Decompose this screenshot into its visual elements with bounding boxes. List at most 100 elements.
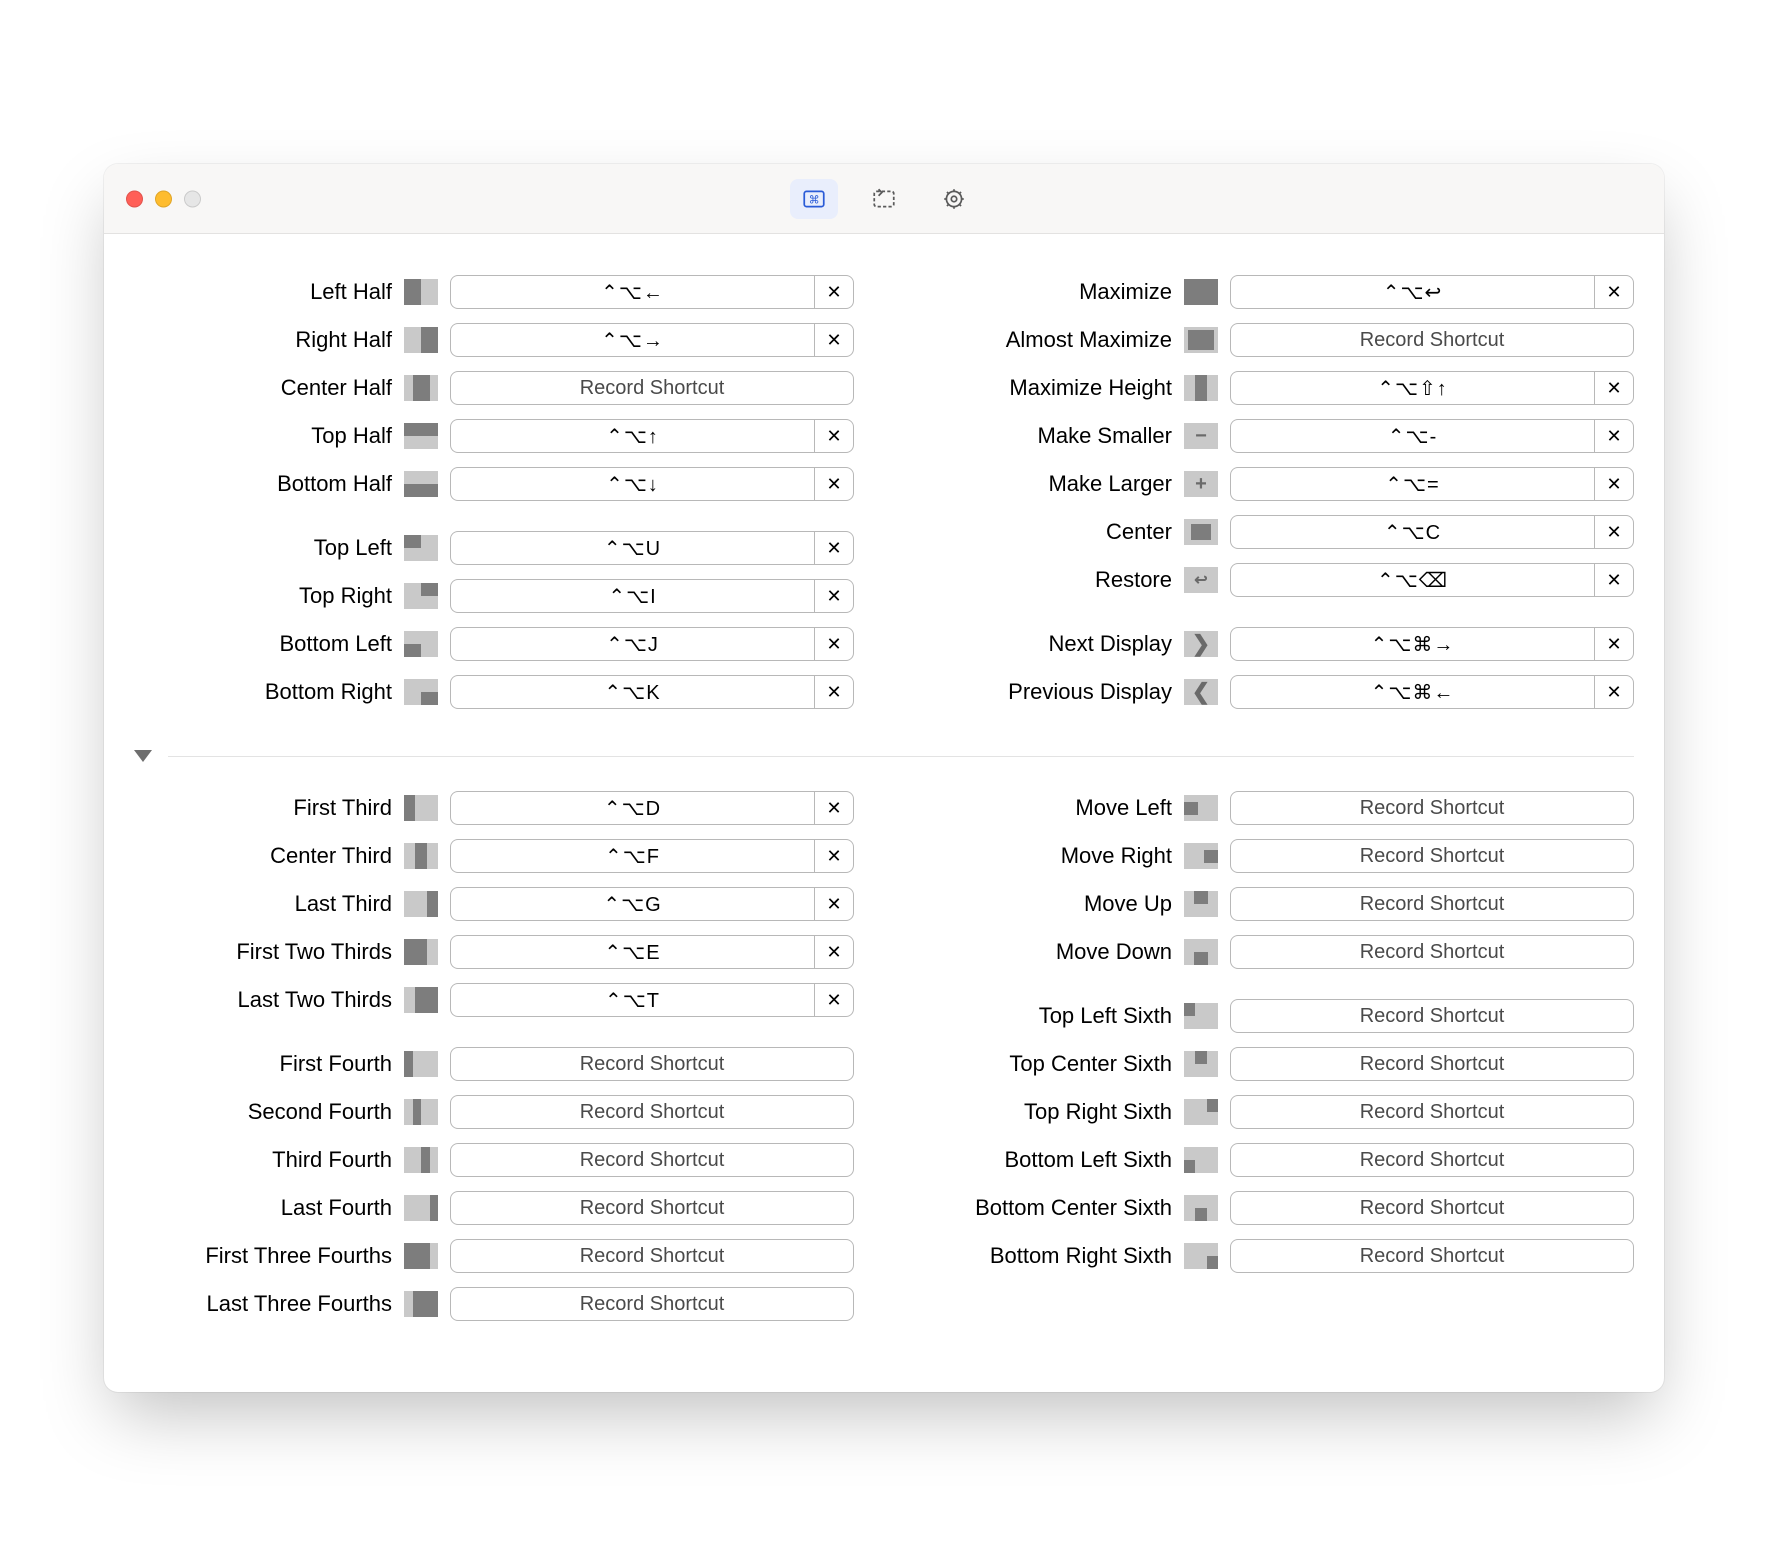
section-toggle[interactable] (134, 750, 1634, 762)
shortcut-field-third-fourth[interactable]: Record Shortcut (450, 1143, 854, 1177)
shortcut-field-move-right[interactable]: Record Shortcut (1230, 839, 1634, 873)
shortcut-field-last-fourth[interactable]: Record Shortcut (450, 1191, 854, 1225)
clear-shortcut-first-two-thirds[interactable]: ✕ (814, 935, 854, 969)
shortcut-display-top-half[interactable]: ⌃⌥↑ (450, 419, 814, 453)
shortcut-field-make-larger[interactable]: ⌃⌥=✕ (1230, 467, 1634, 501)
shortcut-field-right-half[interactable]: ⌃⌥→✕ (450, 323, 854, 357)
shortcut-display-make-larger[interactable]: ⌃⌥= (1230, 467, 1594, 501)
shortcut-display-bottom-left[interactable]: ⌃⌥J (450, 627, 814, 661)
shortcut-display-last-two-thirds[interactable]: ⌃⌥T (450, 983, 814, 1017)
shortcut-field-first-three-fourths[interactable]: Record Shortcut (450, 1239, 854, 1273)
shortcut-field-top-half[interactable]: ⌃⌥↑✕ (450, 419, 854, 453)
clear-shortcut-top-half[interactable]: ✕ (814, 419, 854, 453)
shortcut-field-first-fourth[interactable]: Record Shortcut (450, 1047, 854, 1081)
clear-shortcut-first-third[interactable]: ✕ (814, 791, 854, 825)
shortcut-field-first-two-thirds[interactable]: ⌃⌥E✕ (450, 935, 854, 969)
clear-shortcut-center[interactable]: ✕ (1594, 515, 1634, 549)
shortcut-display-center[interactable]: ⌃⌥C (1230, 515, 1594, 549)
shortcut-field-top-right[interactable]: ⌃⌥I✕ (450, 579, 854, 613)
clear-shortcut-restore[interactable]: ✕ (1594, 563, 1634, 597)
shortcut-display-center-half[interactable]: Record Shortcut (450, 371, 854, 405)
shortcut-display-last-fourth[interactable]: Record Shortcut (450, 1191, 854, 1225)
shortcut-display-make-smaller[interactable]: ⌃⌥- (1230, 419, 1594, 453)
shortcut-field-next-display[interactable]: ⌃⌥⌘→✕ (1230, 627, 1634, 661)
shortcut-field-previous-display[interactable]: ⌃⌥⌘←✕ (1230, 675, 1634, 709)
shortcut-display-top-right[interactable]: ⌃⌥I (450, 579, 814, 613)
clear-shortcut-bottom-left[interactable]: ✕ (814, 627, 854, 661)
shortcut-field-center-third[interactable]: ⌃⌥F✕ (450, 839, 854, 873)
clear-shortcut-maximize[interactable]: ✕ (1594, 275, 1634, 309)
shortcut-display-third-fourth[interactable]: Record Shortcut (450, 1143, 854, 1177)
shortcut-field-last-third[interactable]: ⌃⌥G✕ (450, 887, 854, 921)
shortcut-display-first-fourth[interactable]: Record Shortcut (450, 1047, 854, 1081)
shortcut-display-last-third[interactable]: ⌃⌥G (450, 887, 814, 921)
shortcut-display-almost-maximize[interactable]: Record Shortcut (1230, 323, 1634, 357)
shortcut-display-next-display[interactable]: ⌃⌥⌘→ (1230, 627, 1594, 661)
clear-shortcut-top-right[interactable]: ✕ (814, 579, 854, 613)
tab-shortcuts[interactable]: ⌘ (790, 179, 838, 219)
shortcut-field-almost-maximize[interactable]: Record Shortcut (1230, 323, 1634, 357)
shortcut-display-last-three-fourths[interactable]: Record Shortcut (450, 1287, 854, 1321)
shortcut-display-previous-display[interactable]: ⌃⌥⌘← (1230, 675, 1594, 709)
shortcut-field-top-left[interactable]: ⌃⌥U✕ (450, 531, 854, 565)
shortcut-field-make-smaller[interactable]: ⌃⌥-✕ (1230, 419, 1634, 453)
clear-shortcut-maximize-height[interactable]: ✕ (1594, 371, 1634, 405)
minimize-button[interactable] (155, 190, 172, 207)
shortcut-field-move-down[interactable]: Record Shortcut (1230, 935, 1634, 969)
shortcut-field-bottom-half[interactable]: ⌃⌥↓✕ (450, 467, 854, 501)
shortcut-display-maximize[interactable]: ⌃⌥↩ (1230, 275, 1594, 309)
shortcut-field-maximize[interactable]: ⌃⌥↩✕ (1230, 275, 1634, 309)
shortcut-display-move-up[interactable]: Record Shortcut (1230, 887, 1634, 921)
shortcut-display-first-three-fourths[interactable]: Record Shortcut (450, 1239, 854, 1273)
shortcut-field-restore[interactable]: ⌃⌥⌫✕ (1230, 563, 1634, 597)
clear-shortcut-top-left[interactable]: ✕ (814, 531, 854, 565)
shortcut-field-center[interactable]: ⌃⌥C✕ (1230, 515, 1634, 549)
shortcut-field-bottom-right-sixth[interactable]: Record Shortcut (1230, 1239, 1634, 1273)
shortcut-display-top-right-sixth[interactable]: Record Shortcut (1230, 1095, 1634, 1129)
shortcut-field-top-left-sixth[interactable]: Record Shortcut (1230, 999, 1634, 1033)
shortcut-field-top-right-sixth[interactable]: Record Shortcut (1230, 1095, 1634, 1129)
tab-settings[interactable] (930, 179, 978, 219)
shortcut-display-top-center-sixth[interactable]: Record Shortcut (1230, 1047, 1634, 1081)
shortcut-display-right-half[interactable]: ⌃⌥→ (450, 323, 814, 357)
shortcut-field-move-left[interactable]: Record Shortcut (1230, 791, 1634, 825)
shortcut-display-left-half[interactable]: ⌃⌥← (450, 275, 814, 309)
shortcut-field-move-up[interactable]: Record Shortcut (1230, 887, 1634, 921)
shortcut-display-move-down[interactable]: Record Shortcut (1230, 935, 1634, 969)
shortcut-field-first-third[interactable]: ⌃⌥D✕ (450, 791, 854, 825)
clear-shortcut-right-half[interactable]: ✕ (814, 323, 854, 357)
tab-snapping[interactable] (860, 179, 908, 219)
clear-shortcut-last-two-thirds[interactable]: ✕ (814, 983, 854, 1017)
shortcut-display-bottom-half[interactable]: ⌃⌥↓ (450, 467, 814, 501)
shortcut-field-last-three-fourths[interactable]: Record Shortcut (450, 1287, 854, 1321)
shortcut-field-maximize-height[interactable]: ⌃⌥⇧↑✕ (1230, 371, 1634, 405)
shortcut-display-maximize-height[interactable]: ⌃⌥⇧↑ (1230, 371, 1594, 405)
shortcut-display-first-two-thirds[interactable]: ⌃⌥E (450, 935, 814, 969)
shortcut-field-bottom-left[interactable]: ⌃⌥J✕ (450, 627, 854, 661)
clear-shortcut-center-third[interactable]: ✕ (814, 839, 854, 873)
shortcut-field-second-fourth[interactable]: Record Shortcut (450, 1095, 854, 1129)
shortcut-display-first-third[interactable]: ⌃⌥D (450, 791, 814, 825)
clear-shortcut-make-smaller[interactable]: ✕ (1594, 419, 1634, 453)
clear-shortcut-previous-display[interactable]: ✕ (1594, 675, 1634, 709)
clear-shortcut-bottom-right[interactable]: ✕ (814, 675, 854, 709)
shortcut-display-bottom-center-sixth[interactable]: Record Shortcut (1230, 1191, 1634, 1225)
shortcut-field-top-center-sixth[interactable]: Record Shortcut (1230, 1047, 1634, 1081)
shortcut-display-bottom-right[interactable]: ⌃⌥K (450, 675, 814, 709)
clear-shortcut-last-third[interactable]: ✕ (814, 887, 854, 921)
shortcut-field-bottom-center-sixth[interactable]: Record Shortcut (1230, 1191, 1634, 1225)
clear-shortcut-next-display[interactable]: ✕ (1594, 627, 1634, 661)
shortcut-display-second-fourth[interactable]: Record Shortcut (450, 1095, 854, 1129)
shortcut-field-last-two-thirds[interactable]: ⌃⌥T✕ (450, 983, 854, 1017)
shortcut-display-bottom-right-sixth[interactable]: Record Shortcut (1230, 1239, 1634, 1273)
shortcut-display-restore[interactable]: ⌃⌥⌫ (1230, 563, 1594, 597)
shortcut-field-left-half[interactable]: ⌃⌥←✕ (450, 275, 854, 309)
shortcut-field-center-half[interactable]: Record Shortcut (450, 371, 854, 405)
clear-shortcut-bottom-half[interactable]: ✕ (814, 467, 854, 501)
shortcut-field-bottom-right[interactable]: ⌃⌥K✕ (450, 675, 854, 709)
shortcut-display-top-left-sixth[interactable]: Record Shortcut (1230, 999, 1634, 1033)
shortcut-field-bottom-left-sixth[interactable]: Record Shortcut (1230, 1143, 1634, 1177)
clear-shortcut-left-half[interactable]: ✕ (814, 275, 854, 309)
close-button[interactable] (126, 190, 143, 207)
clear-shortcut-make-larger[interactable]: ✕ (1594, 467, 1634, 501)
